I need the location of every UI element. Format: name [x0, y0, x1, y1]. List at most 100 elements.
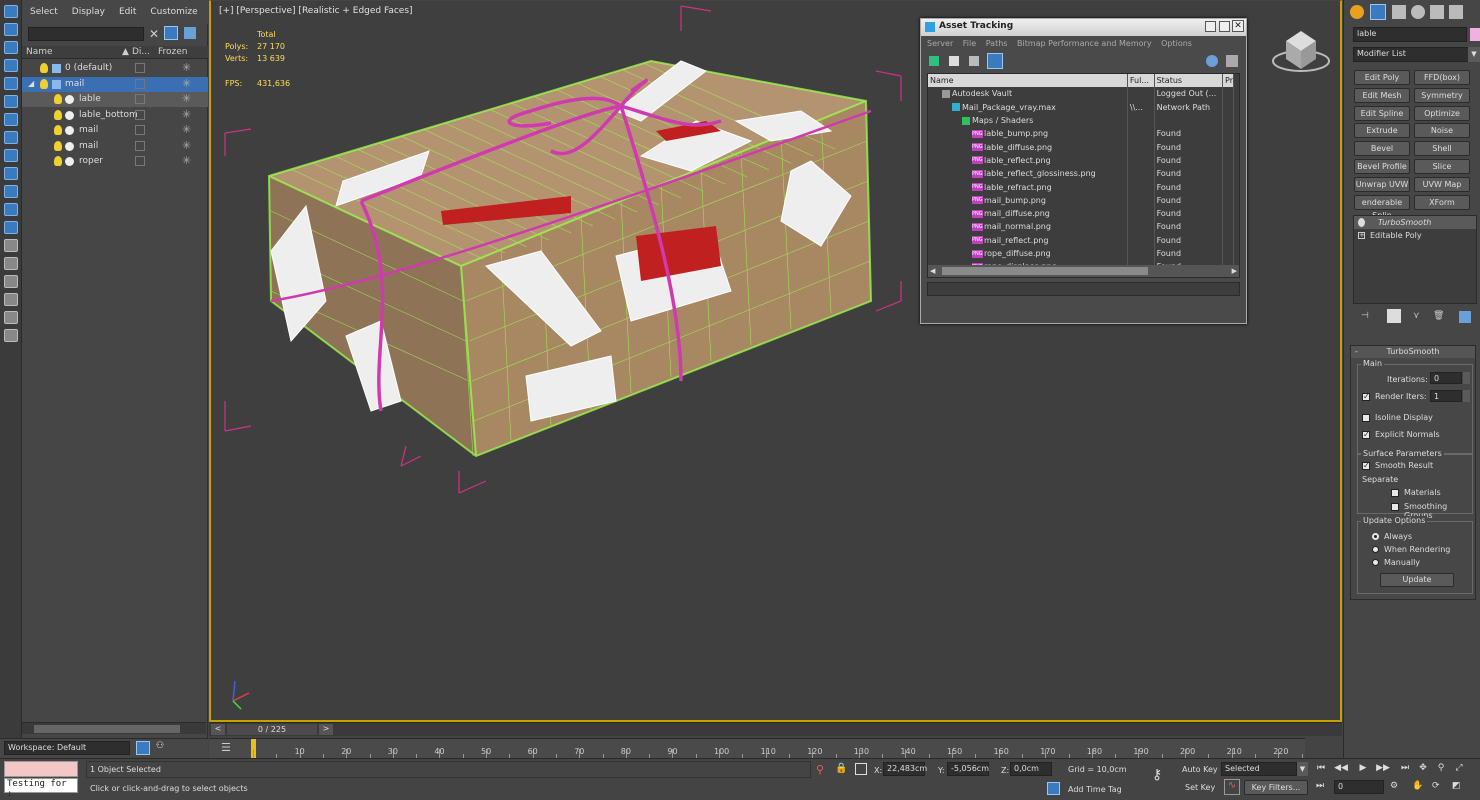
- cameras-filter-icon[interactable]: [4, 131, 18, 144]
- modifier-button[interactable]: Noise: [1414, 123, 1470, 139]
- modify-tab-icon[interactable]: [1370, 4, 1386, 20]
- asset-row[interactable]: PNGrope_diffuse.png Found: [928, 246, 1234, 261]
- menu-bitmap-performance[interactable]: Bitmap Performance and Memory: [1017, 39, 1152, 48]
- update-button[interactable]: Update: [1380, 573, 1454, 587]
- spinner-icon[interactable]: [1463, 390, 1470, 402]
- helpers-filter-icon[interactable]: [4, 149, 18, 162]
- help-icon[interactable]: [1206, 55, 1218, 67]
- col-name[interactable]: Name: [26, 47, 53, 57]
- layer-explorer-icon[interactable]: [136, 741, 150, 755]
- prev-frame-button[interactable]: <: [211, 724, 225, 735]
- expand-icon[interactable]: ◢: [28, 79, 34, 88]
- materials-checkbox[interactable]: [1391, 489, 1399, 497]
- col-status[interactable]: Status: [1154, 74, 1224, 88]
- workspace-select[interactable]: Workspace: Default: [4, 741, 130, 755]
- zoom-extents-icon[interactable]: ✥: [1416, 762, 1430, 774]
- isoline-display-checkbox[interactable]: [1362, 414, 1370, 422]
- bones-filter-icon[interactable]: [4, 221, 18, 234]
- set-key-icon[interactable]: ∿: [1224, 779, 1240, 795]
- help-pointer-icon[interactable]: [1226, 55, 1238, 67]
- viewcube[interactable]: [1272, 31, 1330, 72]
- horizontal-scrollbar[interactable]: [22, 722, 206, 734]
- lightbulb-icon[interactable]: [40, 78, 48, 89]
- curve-editor-icon[interactable]: ☰: [221, 741, 235, 755]
- modifier-button[interactable]: Edit Poly: [1354, 70, 1410, 85]
- col-frozen[interactable]: Frozen: [158, 47, 188, 57]
- render-iters-checkbox[interactable]: ✓: [1362, 393, 1370, 401]
- freeze-icon[interactable]: ✳: [182, 108, 191, 121]
- layers-icon[interactable]: [184, 27, 196, 39]
- object-row[interactable]: mail ✳: [22, 139, 208, 154]
- configure-sets-icon[interactable]: [1459, 311, 1471, 323]
- when-rendering-radio[interactable]: [1372, 546, 1379, 553]
- display-none-icon[interactable]: [4, 23, 18, 36]
- modifier-button[interactable]: UVW Map: [1414, 176, 1470, 192]
- asset-row[interactable]: PNGlable_diffuse.png Found: [928, 140, 1234, 154]
- z-coordinate-field[interactable]: 0,0cm: [1010, 762, 1052, 776]
- display-toggle-icon[interactable]: [135, 140, 145, 151]
- table-view-icon[interactable]: [987, 53, 1003, 69]
- auto-key-button[interactable]: Auto Key: [1182, 765, 1218, 774]
- remove-modifier-icon[interactable]: 🗑: [1433, 311, 1444, 321]
- groups-filter-icon[interactable]: [4, 185, 18, 198]
- spinner-icon[interactable]: [1463, 372, 1470, 384]
- sun-icon[interactable]: [1350, 5, 1364, 19]
- filter-icon[interactable]: [4, 293, 18, 306]
- invert-icon[interactable]: [4, 59, 18, 72]
- lightbulb-icon[interactable]: [54, 156, 62, 166]
- lightbulb-icon[interactable]: [54, 109, 62, 120]
- lightbulb-icon[interactable]: [1358, 218, 1365, 227]
- layers-icon[interactable]: [4, 311, 18, 324]
- refresh-icon[interactable]: [929, 56, 939, 66]
- menu-paths[interactable]: Paths: [986, 39, 1008, 48]
- lights-filter-icon[interactable]: [4, 113, 18, 126]
- time-tag-icon[interactable]: [1047, 782, 1060, 795]
- close-button[interactable]: ✕: [1232, 20, 1244, 32]
- key-icon[interactable]: ⚷: [1152, 767, 1162, 783]
- close-icon[interactable]: ✕: [149, 27, 159, 41]
- display-toggle-icon[interactable]: [135, 109, 145, 120]
- modifier-button[interactable]: Bevel: [1354, 141, 1410, 157]
- next-frame-button[interactable]: >: [319, 724, 333, 735]
- dialog-title-bar[interactable]: Asset Tracking ✕: [921, 19, 1246, 36]
- display-all-icon[interactable]: [4, 41, 18, 54]
- thumbnail-icon[interactable]: [969, 56, 979, 66]
- modifier-button[interactable]: Unwrap UVW: [1354, 176, 1410, 192]
- menu-customize[interactable]: Customize: [150, 7, 197, 17]
- hierarchy-tab-icon[interactable]: [1392, 5, 1406, 19]
- goto-end-icon[interactable]: ⏭: [1398, 762, 1412, 774]
- y-coordinate-field[interactable]: -5,056cm: [947, 762, 989, 776]
- spacewarps-filter-icon[interactable]: [4, 167, 18, 180]
- list-view-icon[interactable]: [949, 56, 959, 66]
- table-horizontal-scrollbar[interactable]: ◀ ▶: [928, 265, 1239, 277]
- freeze-icon[interactable]: ✳: [182, 92, 191, 105]
- zoom-icon[interactable]: ⚲: [1434, 762, 1448, 774]
- pin-stack-icon[interactable]: ⊣: [1361, 311, 1369, 321]
- maxscript-input[interactable]: Testing for :: [4, 778, 78, 799]
- stack-item-turbosmooth[interactable]: TurboSmooth: [1354, 216, 1476, 229]
- menu-file[interactable]: File: [963, 39, 976, 48]
- search-input[interactable]: [28, 27, 144, 41]
- lock-icon[interactable]: 🔒: [835, 763, 847, 774]
- modifier-button[interactable]: XForm: [1414, 194, 1470, 210]
- chevron-down-icon[interactable]: ▼: [1297, 762, 1308, 776]
- asset-row[interactable]: PNGlable_refract.png Found: [928, 180, 1234, 194]
- add-time-tag[interactable]: Add Time Tag: [1068, 785, 1122, 794]
- filter-toggle-icon[interactable]: [164, 26, 178, 40]
- lightbulb-icon[interactable]: [40, 63, 48, 73]
- col-name[interactable]: Name: [928, 74, 1128, 88]
- play-icon[interactable]: ▶: [1356, 762, 1370, 774]
- display-toggle-icon[interactable]: [135, 63, 145, 73]
- object-name-field[interactable]: lable: [1353, 27, 1467, 42]
- current-frame-field[interactable]: 0: [1334, 780, 1384, 794]
- minimize-button[interactable]: [1205, 21, 1216, 32]
- modifier-button[interactable]: Slice: [1414, 159, 1470, 174]
- modifier-button[interactable]: FFD(box): [1414, 70, 1470, 85]
- layer-row[interactable]: 0 (default) ✳: [22, 61, 208, 76]
- col-display[interactable]: Di...: [132, 47, 150, 57]
- modifier-button[interactable]: Edit Spline: [1354, 105, 1410, 121]
- explicit-normals-checkbox[interactable]: ✓: [1362, 431, 1370, 439]
- lightbulb-icon[interactable]: [54, 125, 62, 135]
- menu-display[interactable]: Display: [72, 7, 105, 17]
- iterations-spinner[interactable]: 0: [1430, 372, 1462, 384]
